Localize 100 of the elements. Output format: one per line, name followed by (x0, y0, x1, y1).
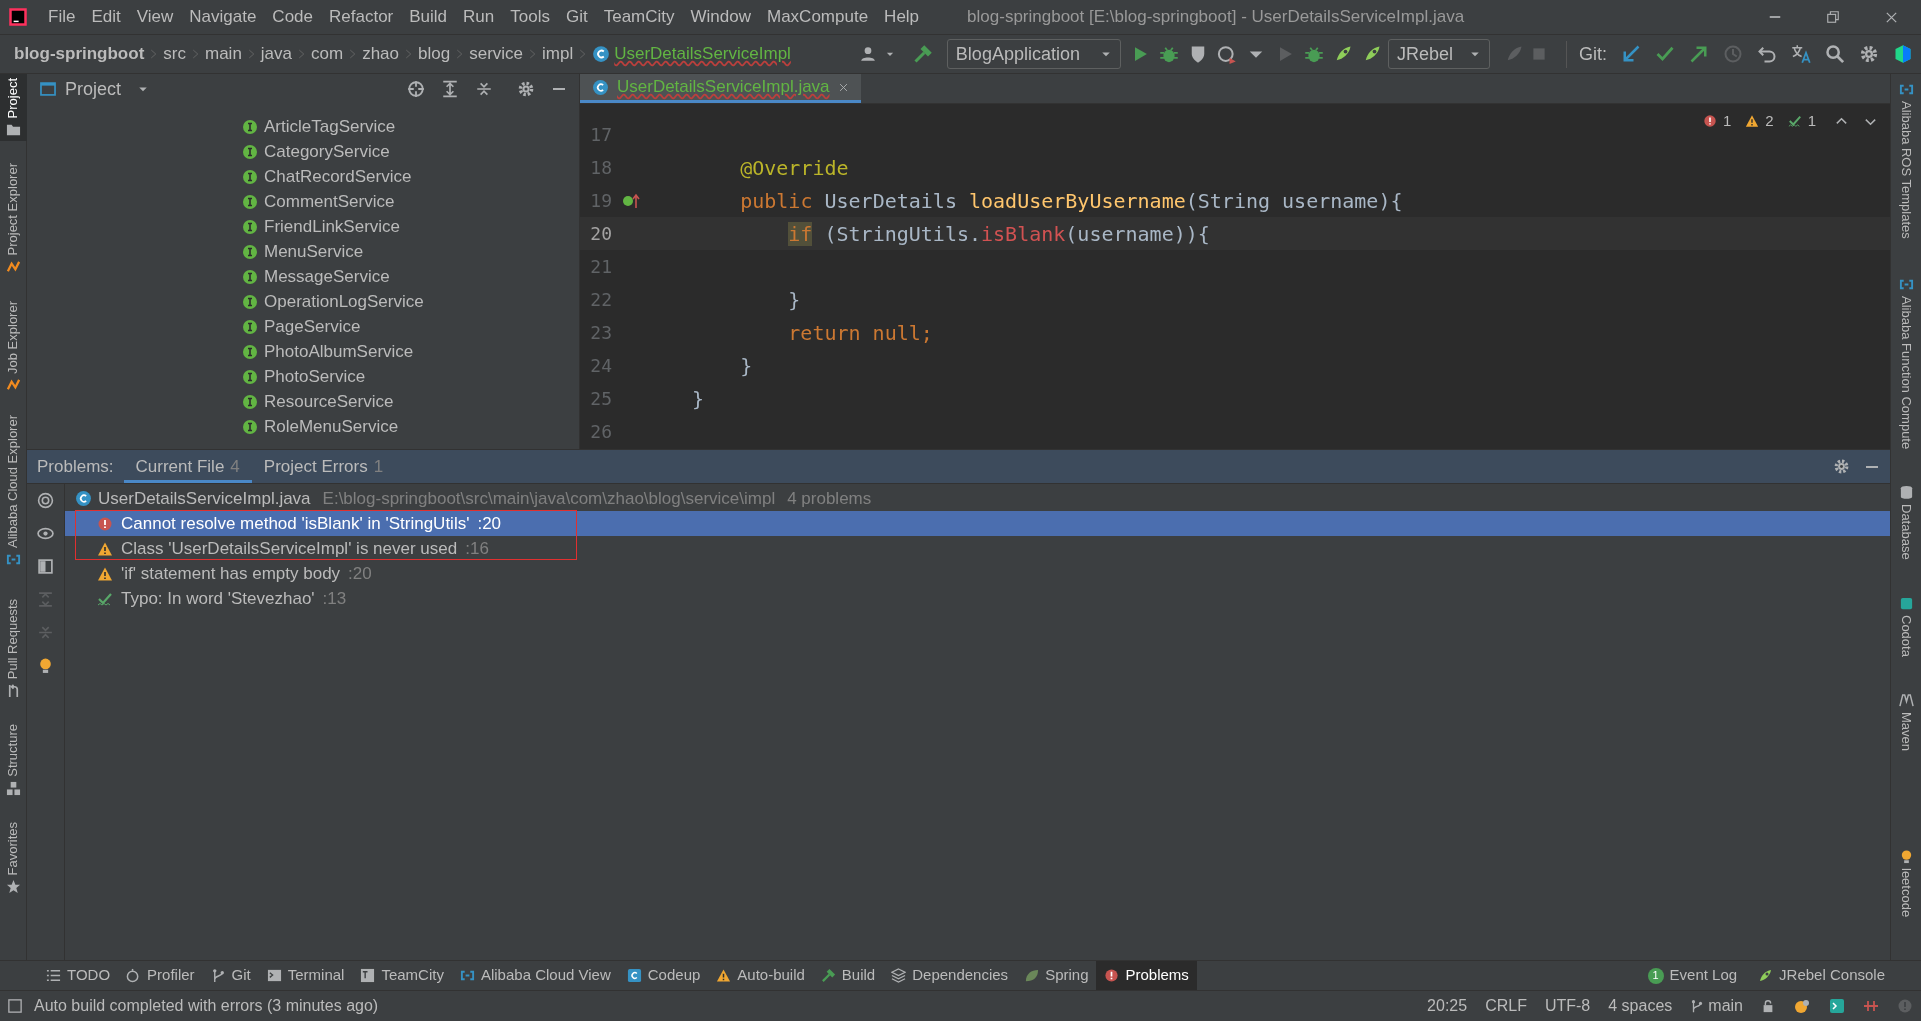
problem-row[interactable]: Typo: In word 'Stevezhao' :13 (65, 586, 1890, 611)
menu-item[interactable]: Run (455, 4, 503, 30)
breadcrumb[interactable]: zhao (362, 41, 400, 67)
breadcrumb[interactable]: com (311, 41, 344, 67)
translate-icon[interactable] (1791, 44, 1811, 64)
terminal-icon[interactable] (1829, 998, 1845, 1014)
eye-icon[interactable] (37, 525, 54, 542)
lightbulb-icon[interactable] (37, 657, 54, 674)
tree-item[interactable]: PhotoAlbumService (242, 339, 579, 364)
tool-window-tab[interactable]: Dependencies (883, 961, 1017, 990)
menu-item[interactable]: Code (264, 4, 321, 30)
side-tab[interactable]: Database (1896, 481, 1916, 564)
side-tab[interactable]: Pull Requests (0, 594, 27, 703)
menu-item[interactable]: Edit (83, 4, 129, 30)
target-icon[interactable] (407, 80, 425, 98)
problem-row[interactable]: Class 'UserDetailsServiceImpl' is never used :16 (65, 536, 1890, 561)
file-row[interactable]: UserDetailsServiceImpl.java E:\blog-springboot\src\main\java\com\zhao\blog\service\impl 4 problems (65, 486, 1890, 511)
settings-icon[interactable] (1833, 458, 1850, 475)
lock-icon[interactable] (1761, 999, 1775, 1013)
tree-item[interactable]: ChatRecordService (242, 164, 579, 189)
side-tab[interactable]: Job Explorer (0, 296, 27, 397)
preview-panel-icon[interactable] (37, 558, 54, 575)
tool-window-tab[interactable]: Terminal (258, 961, 353, 990)
side-tab[interactable]: Maven (1896, 688, 1916, 755)
menu-item[interactable]: Navigate (181, 4, 265, 30)
side-tab[interactable]: leetcode (1896, 844, 1916, 921)
menu-item[interactable]: Refactor (321, 4, 402, 30)
undo-icon[interactable] (1757, 44, 1777, 64)
expand-all-icon[interactable] (441, 80, 459, 98)
indent-setting[interactable]: 4 spaces (1608, 994, 1673, 1018)
tree-item[interactable]: OperationLogService (242, 289, 579, 314)
menu-item[interactable]: File (40, 4, 84, 30)
settings-icon[interactable] (517, 80, 535, 98)
logo-icon[interactable] (1893, 44, 1913, 64)
tool-window-tab[interactable]: Git (202, 961, 259, 990)
restore-icon[interactable] (1826, 10, 1840, 24)
menu-item[interactable]: MaxCompute (759, 4, 877, 30)
breadcrumb[interactable]: UserDetailsServiceImpl (592, 41, 791, 67)
update-arrow-icon[interactable] (1621, 44, 1641, 64)
file-encoding[interactable]: UTF-8 (1544, 994, 1591, 1018)
tool-window-tab[interactable]: Problems (1096, 961, 1197, 990)
tool-window-tab[interactable]: TeamCity (352, 961, 452, 990)
breadcrumb[interactable]: impl (542, 41, 574, 67)
problem-row[interactable]: Cannot resolve method 'isBlank' in 'StringUtils' :20 (65, 511, 1890, 536)
settings-icon[interactable] (1859, 44, 1879, 64)
profile-icon[interactable] (1216, 44, 1237, 64)
tree-item[interactable]: MessageService (242, 264, 579, 289)
push-arrow-icon[interactable] (1689, 44, 1709, 64)
breadcrumb[interactable]: service (469, 41, 524, 67)
project-view-dropdown[interactable]: Project (39, 75, 150, 103)
menu-item[interactable]: TeamCity (595, 4, 683, 30)
tree-item[interactable]: PageService (242, 314, 579, 339)
collapse-all-icon[interactable] (475, 80, 493, 98)
tool-window-tab[interactable]: JRebel Console (1757, 964, 1885, 987)
tree-item[interactable]: ArticleTagService (242, 114, 579, 139)
scope-tab[interactable]: Project Errors 1 (251, 450, 396, 483)
commit-check-icon[interactable] (1655, 44, 1675, 64)
tool-window-tab[interactable]: Spring (1016, 961, 1097, 990)
tool-window-tab[interactable]: TODO (38, 961, 119, 990)
breadcrumb[interactable]: java (260, 41, 293, 67)
tree-item[interactable]: FriendLinkService (242, 214, 579, 239)
menu-item[interactable]: Tools (502, 4, 558, 30)
line-separator[interactable]: CRLF (1485, 994, 1527, 1018)
tree-item[interactable]: ResourceService (242, 389, 579, 414)
tool-window-tab[interactable]: Build (812, 961, 884, 990)
hammer-icon[interactable] (912, 44, 933, 64)
side-tab[interactable]: Project (0, 74, 27, 142)
tool-window-tab[interactable]: Profiler (118, 961, 203, 990)
breadcrumb[interactable]: blog (418, 41, 451, 67)
side-tab[interactable]: Alibaba ROS Templates (1896, 78, 1916, 243)
side-tab[interactable]: Project Explorer (0, 159, 27, 279)
tree-item[interactable]: RoleMenuService (242, 414, 579, 439)
panel-toggle-icon[interactable] (8, 999, 22, 1013)
side-tab[interactable]: Alibaba Function Compute (1896, 272, 1916, 453)
tree-item[interactable]: CommentService (242, 189, 579, 214)
search-icon[interactable] (1825, 44, 1845, 64)
breadcrumb[interactable]: blog-springboot (14, 41, 145, 67)
menu-item[interactable]: Git (557, 4, 596, 30)
caret-position[interactable]: 20:25 (1427, 994, 1468, 1018)
tree-item[interactable]: PhotoService (242, 364, 579, 389)
tool-window-tab[interactable]: Auto-build (708, 961, 813, 990)
tree-item[interactable]: MenuService (242, 239, 579, 264)
tool-window-tab[interactable]: Codeup (618, 961, 709, 990)
run-configuration-dropdown[interactable]: BlogApplication (946, 39, 1121, 69)
side-tab[interactable]: Codota (1896, 591, 1916, 661)
side-tab[interactable]: Alibaba Cloud Explorer (0, 410, 27, 571)
auto-scroll-icon[interactable] (37, 492, 54, 509)
menu-item[interactable]: View (128, 4, 182, 30)
menu-item[interactable]: Help (876, 4, 928, 30)
tree-item[interactable]: CategoryService (242, 139, 579, 164)
close-icon[interactable] (837, 81, 849, 93)
side-tab[interactable]: Favorites (0, 817, 27, 899)
menu-item[interactable]: Window (682, 4, 759, 30)
branch-widget[interactable]: main (1690, 994, 1743, 1018)
tool-window-tab[interactable]: Alibaba Cloud View (451, 961, 619, 990)
side-tab[interactable]: Structure (0, 720, 27, 800)
menu-item[interactable]: Build (401, 4, 456, 30)
tool-window-tab[interactable]: 1 Event Log (1647, 964, 1738, 987)
scope-tab[interactable]: Current File 4 (123, 450, 252, 483)
breadcrumb[interactable]: main (205, 41, 242, 67)
